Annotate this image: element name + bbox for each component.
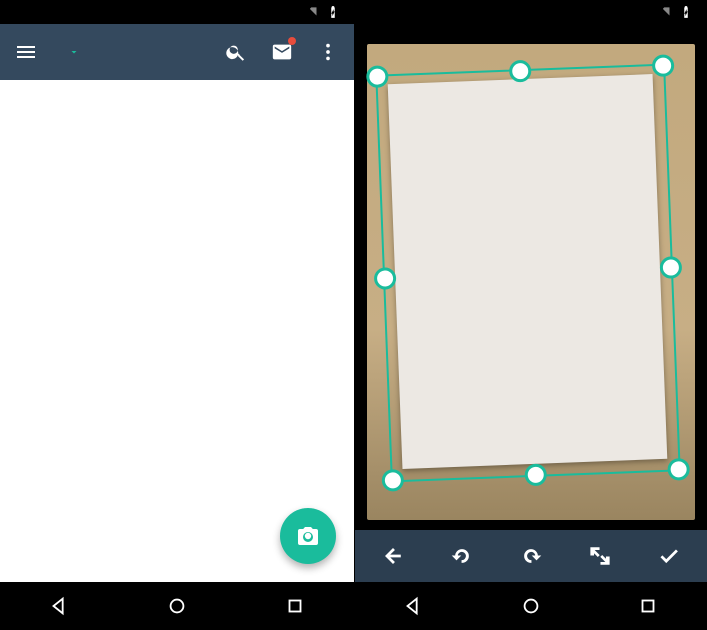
crop-handle-tl[interactable]	[365, 65, 388, 88]
camera-fab[interactable]	[280, 508, 336, 564]
document-list[interactable]	[0, 80, 354, 582]
phone-right	[354, 0, 707, 630]
arrow-left-icon	[382, 545, 404, 567]
crop-handle-t[interactable]	[508, 60, 531, 83]
paper-heading	[402, 101, 639, 110]
nav-home-button[interactable]	[147, 586, 207, 626]
crop-toolbar	[355, 530, 707, 582]
back-button[interactable]	[369, 532, 417, 580]
system-nav-bar	[355, 582, 707, 630]
nav-recent-button[interactable]	[618, 586, 678, 626]
nav-home-button[interactable]	[501, 586, 561, 626]
nav-home-icon	[520, 595, 542, 617]
inbox-button[interactable]	[264, 34, 300, 70]
nav-recent-icon	[637, 595, 659, 617]
check-icon	[658, 545, 680, 567]
paper-text	[402, 101, 639, 110]
rotate-left-button[interactable]	[438, 532, 486, 580]
phone-left	[0, 0, 354, 630]
crop-handle-bl[interactable]	[381, 469, 404, 492]
camera-icon	[296, 524, 320, 548]
paper-text	[402, 101, 639, 110]
battery-icon	[326, 5, 340, 19]
overflow-menu-button[interactable]	[310, 34, 346, 70]
no-sim-icon	[659, 5, 673, 19]
more-vert-icon	[317, 41, 339, 63]
status-bar	[0, 0, 354, 24]
confirm-button[interactable]	[645, 532, 693, 580]
no-sim-icon	[306, 5, 320, 19]
status-bar	[355, 0, 707, 24]
app-toolbar	[0, 24, 354, 80]
rotate-left-icon	[451, 545, 473, 567]
nav-recent-icon	[284, 595, 306, 617]
paper-text	[402, 101, 639, 110]
crop-handle-br[interactable]	[667, 458, 690, 481]
scanned-page	[387, 74, 667, 469]
crop-handle-b[interactable]	[524, 463, 547, 486]
nav-back-button[interactable]	[383, 586, 443, 626]
crop-viewport[interactable]	[355, 24, 707, 530]
expand-button[interactable]	[576, 532, 624, 580]
paper-heading	[402, 101, 639, 110]
rotate-right-icon	[520, 545, 542, 567]
nav-back-icon	[48, 595, 70, 617]
crop-handle-r[interactable]	[659, 256, 682, 279]
chevron-down-icon	[68, 46, 80, 58]
search-icon	[225, 41, 247, 63]
search-button[interactable]	[218, 34, 254, 70]
paper-text	[402, 101, 639, 110]
hamburger-menu-button[interactable]	[8, 34, 44, 70]
expand-icon	[589, 545, 611, 567]
paper-text	[402, 101, 639, 110]
notification-dot-icon	[288, 37, 296, 45]
hamburger-icon	[14, 40, 38, 64]
paper-text	[402, 101, 639, 110]
nav-back-icon	[402, 595, 424, 617]
paper-text	[402, 101, 639, 110]
nav-home-icon	[166, 595, 188, 617]
title-dropdown-button[interactable]	[68, 43, 80, 62]
rotate-right-button[interactable]	[507, 532, 555, 580]
nav-recent-button[interactable]	[265, 586, 325, 626]
crop-handle-l[interactable]	[373, 267, 396, 290]
system-nav-bar	[0, 582, 354, 630]
paper-heading	[402, 101, 639, 110]
crop-handle-tr[interactable]	[651, 54, 674, 77]
battery-icon	[679, 5, 693, 19]
nav-back-button[interactable]	[29, 586, 89, 626]
